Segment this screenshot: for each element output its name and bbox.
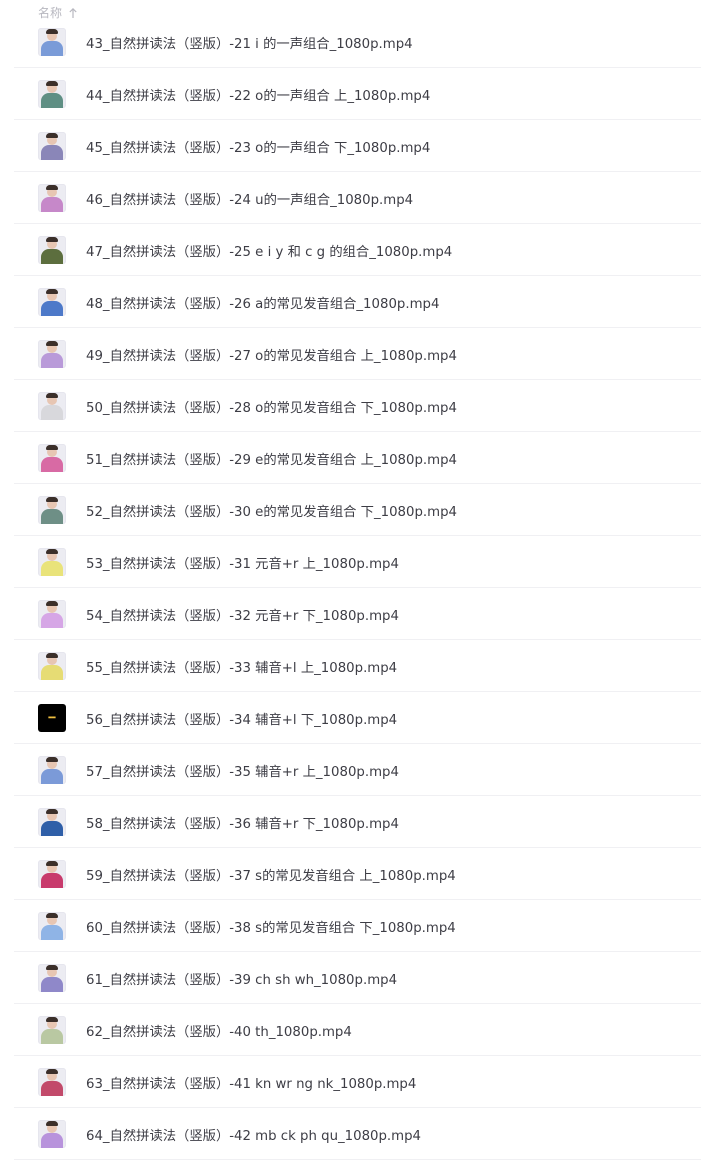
file-row[interactable]: 46_自然拼读法（竖版）-24 u的一声组合_1080p.mp4 xyxy=(14,172,701,224)
file-row[interactable]: 48_自然拼读法（竖版）-26 a的常见发音组合_1080p.mp4 xyxy=(14,276,701,328)
file-row[interactable]: 58_自然拼读法（竖版）-36 辅音+r 下_1080p.mp4 xyxy=(14,796,701,848)
file-row[interactable]: 50_自然拼读法（竖版）-28 o的常见发音组合 下_1080p.mp4 xyxy=(14,380,701,432)
video-thumbnail xyxy=(38,548,66,576)
file-name: 44_自然拼读法（竖版）-22 o的一声组合 上_1080p.mp4 xyxy=(86,89,431,104)
file-row[interactable]: 54_自然拼读法（竖版）-32 元音+r 下_1080p.mp4 xyxy=(14,588,701,640)
file-row[interactable]: ▬▬ 56_自然拼读法（竖版）-34 辅音+l 下_1080p.mp4 xyxy=(14,692,701,744)
video-thumbnail xyxy=(38,860,66,888)
file-name: 43_自然拼读法（竖版）-21 i 的一声组合_1080p.mp4 xyxy=(86,37,413,52)
file-name: 64_自然拼读法（竖版）-42 mb ck ph qu_1080p.mp4 xyxy=(86,1129,422,1144)
file-name: 50_自然拼读法（竖版）-28 o的常见发音组合 下_1080p.mp4 xyxy=(86,401,457,416)
file-name: 58_自然拼读法（竖版）-36 辅音+r 下_1080p.mp4 xyxy=(86,817,399,832)
video-thumbnail xyxy=(38,756,66,784)
file-name: 52_自然拼读法（竖版）-30 e的常见发音组合 下_1080p.mp4 xyxy=(86,505,457,520)
file-name: 62_自然拼读法（竖版）-40 th_1080p.mp4 xyxy=(86,1025,352,1040)
file-name: 54_自然拼读法（竖版）-32 元音+r 下_1080p.mp4 xyxy=(86,609,399,624)
file-row[interactable]: 47_自然拼读法（竖版）-25 e i y 和 c g 的组合_1080p.mp… xyxy=(14,224,701,276)
file-name: 47_自然拼读法（竖版）-25 e i y 和 c g 的组合_1080p.mp… xyxy=(86,245,453,260)
file-row[interactable]: 59_自然拼读法（竖版）-37 s的常见发音组合 上_1080p.mp4 xyxy=(14,848,701,900)
video-thumbnail xyxy=(38,184,66,212)
file-name: 56_自然拼读法（竖版）-34 辅音+l 下_1080p.mp4 xyxy=(86,713,398,728)
video-thumbnail: ▬▬ xyxy=(38,704,66,732)
file-name: 57_自然拼读法（竖版）-35 辅音+r 上_1080p.mp4 xyxy=(86,765,399,780)
file-name: 46_自然拼读法（竖版）-24 u的一声组合_1080p.mp4 xyxy=(86,193,414,208)
video-thumbnail xyxy=(38,392,66,420)
video-thumbnail xyxy=(38,600,66,628)
video-thumbnail xyxy=(38,132,66,160)
file-name: 63_自然拼读法（竖版）-41 kn wr ng nk_1080p.mp4 xyxy=(86,1077,417,1092)
file-row[interactable]: 43_自然拼读法（竖版）-21 i 的一声组合_1080p.mp4 xyxy=(14,16,701,68)
file-name: 48_自然拼读法（竖版）-26 a的常见发音组合_1080p.mp4 xyxy=(86,297,440,312)
video-thumbnail xyxy=(38,28,66,56)
file-row[interactable]: 44_自然拼读法（竖版）-22 o的一声组合 上_1080p.mp4 xyxy=(14,68,701,120)
file-name: 55_自然拼读法（竖版）-33 辅音+l 上_1080p.mp4 xyxy=(86,661,398,676)
file-row[interactable]: 51_自然拼读法（竖版）-29 e的常见发音组合 上_1080p.mp4 xyxy=(14,432,701,484)
video-thumbnail xyxy=(38,80,66,108)
video-thumbnail xyxy=(38,496,66,524)
video-thumbnail xyxy=(38,1016,66,1044)
file-name: 59_自然拼读法（竖版）-37 s的常见发音组合 上_1080p.mp4 xyxy=(86,869,456,884)
file-name: 49_自然拼读法（竖版）-27 o的常见发音组合 上_1080p.mp4 xyxy=(86,349,457,364)
file-row[interactable]: 61_自然拼读法（竖版）-39 ch sh wh_1080p.mp4 xyxy=(14,952,701,1004)
file-row[interactable]: 64_自然拼读法（竖版）-42 mb ck ph qu_1080p.mp4 xyxy=(14,1108,701,1160)
file-row[interactable]: 55_自然拼读法（竖版）-33 辅音+l 上_1080p.mp4 xyxy=(14,640,701,692)
file-name: 61_自然拼读法（竖版）-39 ch sh wh_1080p.mp4 xyxy=(86,973,398,988)
video-thumbnail xyxy=(38,236,66,264)
file-name: 51_自然拼读法（竖版）-29 e的常见发音组合 上_1080p.mp4 xyxy=(86,453,457,468)
video-thumbnail xyxy=(38,1068,66,1096)
thumbnail-logo: ▬▬ xyxy=(48,714,56,721)
file-row[interactable]: 53_自然拼读法（竖版）-31 元音+r 上_1080p.mp4 xyxy=(14,536,701,588)
file-row[interactable]: 49_自然拼读法（竖版）-27 o的常见发音组合 上_1080p.mp4 xyxy=(14,328,701,380)
file-row[interactable]: 62_自然拼读法（竖版）-40 th_1080p.mp4 xyxy=(14,1004,701,1056)
file-row[interactable]: 52_自然拼读法（竖版）-30 e的常见发音组合 下_1080p.mp4 xyxy=(14,484,701,536)
file-row[interactable]: 57_自然拼读法（竖版）-35 辅音+r 上_1080p.mp4 xyxy=(14,744,701,796)
file-name: 45_自然拼读法（竖版）-23 o的一声组合 下_1080p.mp4 xyxy=(86,141,431,156)
video-thumbnail xyxy=(38,1120,66,1148)
video-thumbnail xyxy=(38,288,66,316)
file-row[interactable]: 60_自然拼读法（竖版）-38 s的常见发音组合 下_1080p.mp4 xyxy=(14,900,701,952)
video-thumbnail xyxy=(38,964,66,992)
video-thumbnail xyxy=(38,444,66,472)
file-name: 53_自然拼读法（竖版）-31 元音+r 上_1080p.mp4 xyxy=(86,557,399,572)
video-thumbnail xyxy=(38,912,66,940)
file-row[interactable]: 63_自然拼读法（竖版）-41 kn wr ng nk_1080p.mp4 xyxy=(14,1056,701,1108)
file-row[interactable]: 45_自然拼读法（竖版）-23 o的一声组合 下_1080p.mp4 xyxy=(14,120,701,172)
video-thumbnail xyxy=(38,340,66,368)
video-thumbnail xyxy=(38,652,66,680)
file-name: 60_自然拼读法（竖版）-38 s的常见发音组合 下_1080p.mp4 xyxy=(86,921,456,936)
video-thumbnail xyxy=(38,808,66,836)
